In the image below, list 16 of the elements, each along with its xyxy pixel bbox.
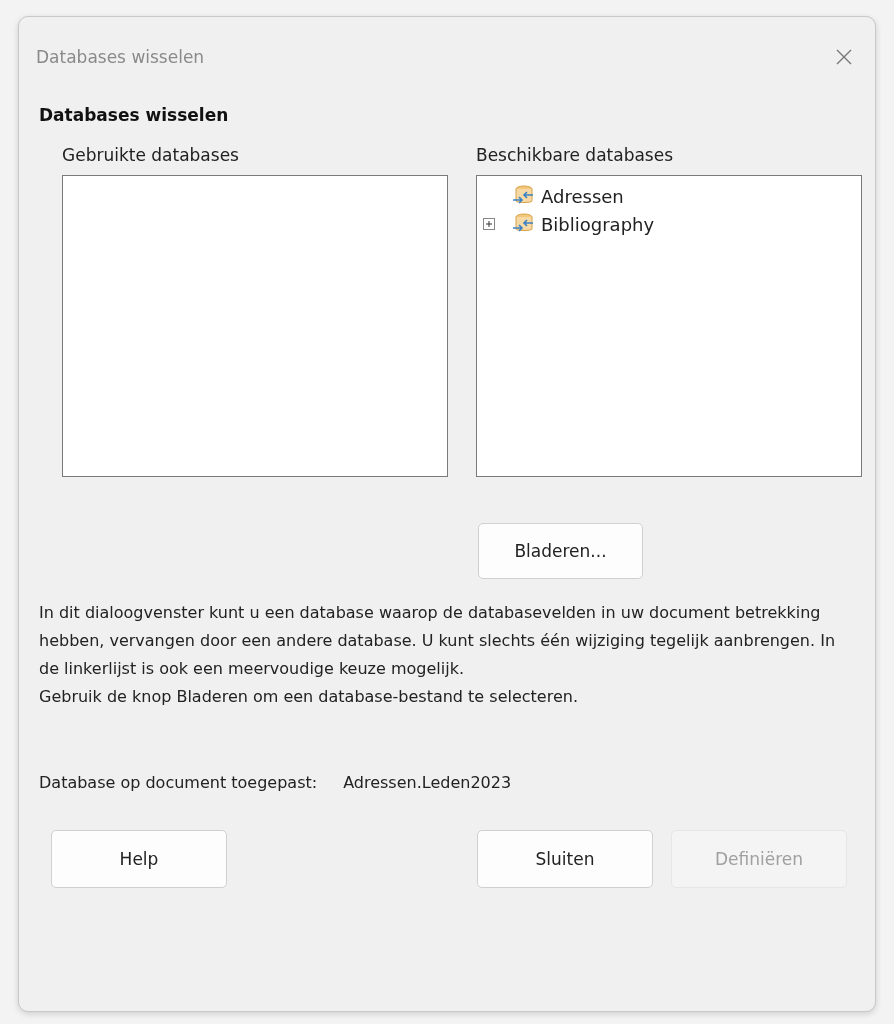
list-label: Beschikbare databases [476,145,675,165]
close-icon[interactable] [835,48,853,66]
applied-value: Adressen.Leden2023 [343,773,512,792]
window-title: Databases wisselen [36,47,205,67]
list-label: Gebruikte databases [62,145,240,165]
browse-button[interactable]: Bladeren... [478,523,643,579]
description-text: In dit dialoogvenster kunt u een database waarop de databasevelden in uw document betrekking hebben, vervangen door een andere database. U kunt slechts één wijziging tegelijk aanbrengen. In de linkerlijst is ook een meervoudige keuze mogelijk. [39,602,837,680]
tree-item[interactable]: Bibliography [541,213,655,235]
dialog-button[interactable]: Help [51,830,227,888]
tree-item[interactable]: Adressen [541,185,624,207]
available-databases-tree[interactable]: Adressen Bibliography [476,175,862,477]
description-text: Gebruik de knop Bladeren om een database-bestand te selecteren. [39,686,579,708]
expand-icon[interactable] [483,218,495,230]
applied-label: Database op document toegepast: [39,773,318,792]
section-heading: Databases wisselen [39,105,230,125]
dialog-button[interactable]: Sluiten [477,830,653,888]
